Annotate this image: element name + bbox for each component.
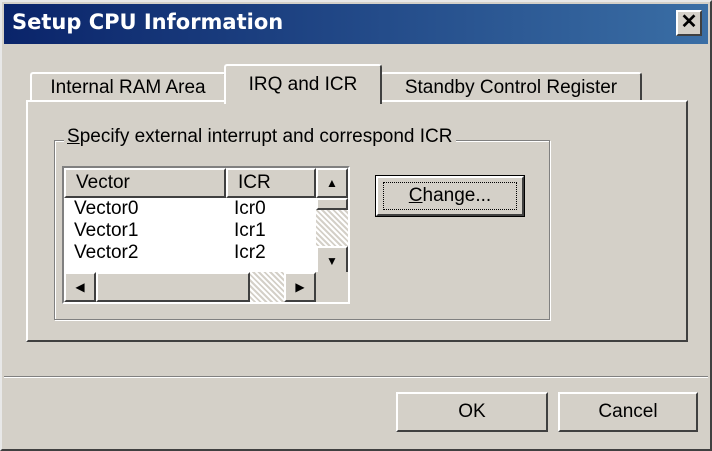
column-header-icr[interactable]: ICR: [226, 168, 316, 198]
change-button[interactable]: Change...: [375, 175, 525, 217]
ok-button[interactable]: OK: [396, 392, 548, 432]
vector-cell: Vector1: [74, 220, 139, 241]
tab-label: IRQ and ICR: [248, 74, 358, 95]
tab-label: Internal RAM Area: [50, 77, 206, 98]
column-header-vector[interactable]: Vector: [64, 168, 226, 198]
label-rest: hange...: [422, 185, 492, 206]
scrollbar-corner: [316, 272, 348, 302]
icr-cell: Icr2: [234, 242, 266, 263]
list-item[interactable]: Vector2 Icr2: [74, 242, 266, 264]
change-button-label: Change...: [383, 182, 517, 210]
tab-standby-control-register[interactable]: Standby Control Register: [380, 72, 642, 102]
arrow-left-icon: ◀: [75, 280, 85, 294]
close-icon: ✕: [680, 11, 698, 33]
vertical-scroll-thumb[interactable]: [316, 198, 348, 210]
close-button[interactable]: ✕: [676, 10, 702, 36]
cancel-button[interactable]: Cancel: [558, 392, 698, 432]
vector-icr-list[interactable]: Vector ICR Vector0 Icr0 Vector1 Icr1 Vec…: [62, 166, 350, 304]
title-bar[interactable]: Setup CPU Information ✕: [4, 4, 708, 44]
tab-label: Standby Control Register: [404, 77, 618, 98]
window-title: Setup CPU Information: [12, 10, 284, 34]
ok-button-label: OK: [458, 401, 486, 422]
tab-irq-and-icr[interactable]: IRQ and ICR: [224, 64, 382, 104]
icr-cell: Icr1: [234, 220, 266, 241]
tab-internal-ram-area[interactable]: Internal RAM Area: [30, 72, 226, 102]
scroll-up-button[interactable]: ▲: [316, 168, 348, 198]
arrow-right-icon: ▶: [295, 280, 305, 294]
vector-cell: Vector0: [74, 198, 139, 219]
arrow-up-icon: ▲: [326, 176, 338, 190]
vector-cell: Vector2: [74, 242, 139, 263]
groupbox-label: Specify external interrupt and correspon…: [64, 126, 456, 148]
cancel-button-label: Cancel: [598, 401, 658, 422]
icr-cell: Icr0: [234, 198, 266, 219]
vertical-scrollbar[interactable]: ▲ ▼: [316, 168, 348, 276]
setup-cpu-dialog: Setup CPU Information ✕ Internal RAM Are…: [0, 0, 712, 451]
label-rest: pecify external interrupt and correspond…: [79, 126, 453, 147]
label-mnemonic: C: [408, 185, 423, 206]
horizontal-scrollbar[interactable]: ◀ ▶: [64, 272, 316, 302]
horizontal-scroll-thumb[interactable]: [96, 272, 250, 302]
scroll-right-button[interactable]: ▶: [284, 272, 316, 302]
footer-separator: [4, 376, 708, 378]
scroll-left-button[interactable]: ◀: [64, 272, 96, 302]
list-item[interactable]: Vector1 Icr1: [74, 220, 266, 242]
arrow-down-icon: ▼: [326, 254, 338, 268]
list-item[interactable]: Vector0 Icr0: [74, 198, 266, 220]
label-mnemonic: S: [67, 126, 80, 147]
